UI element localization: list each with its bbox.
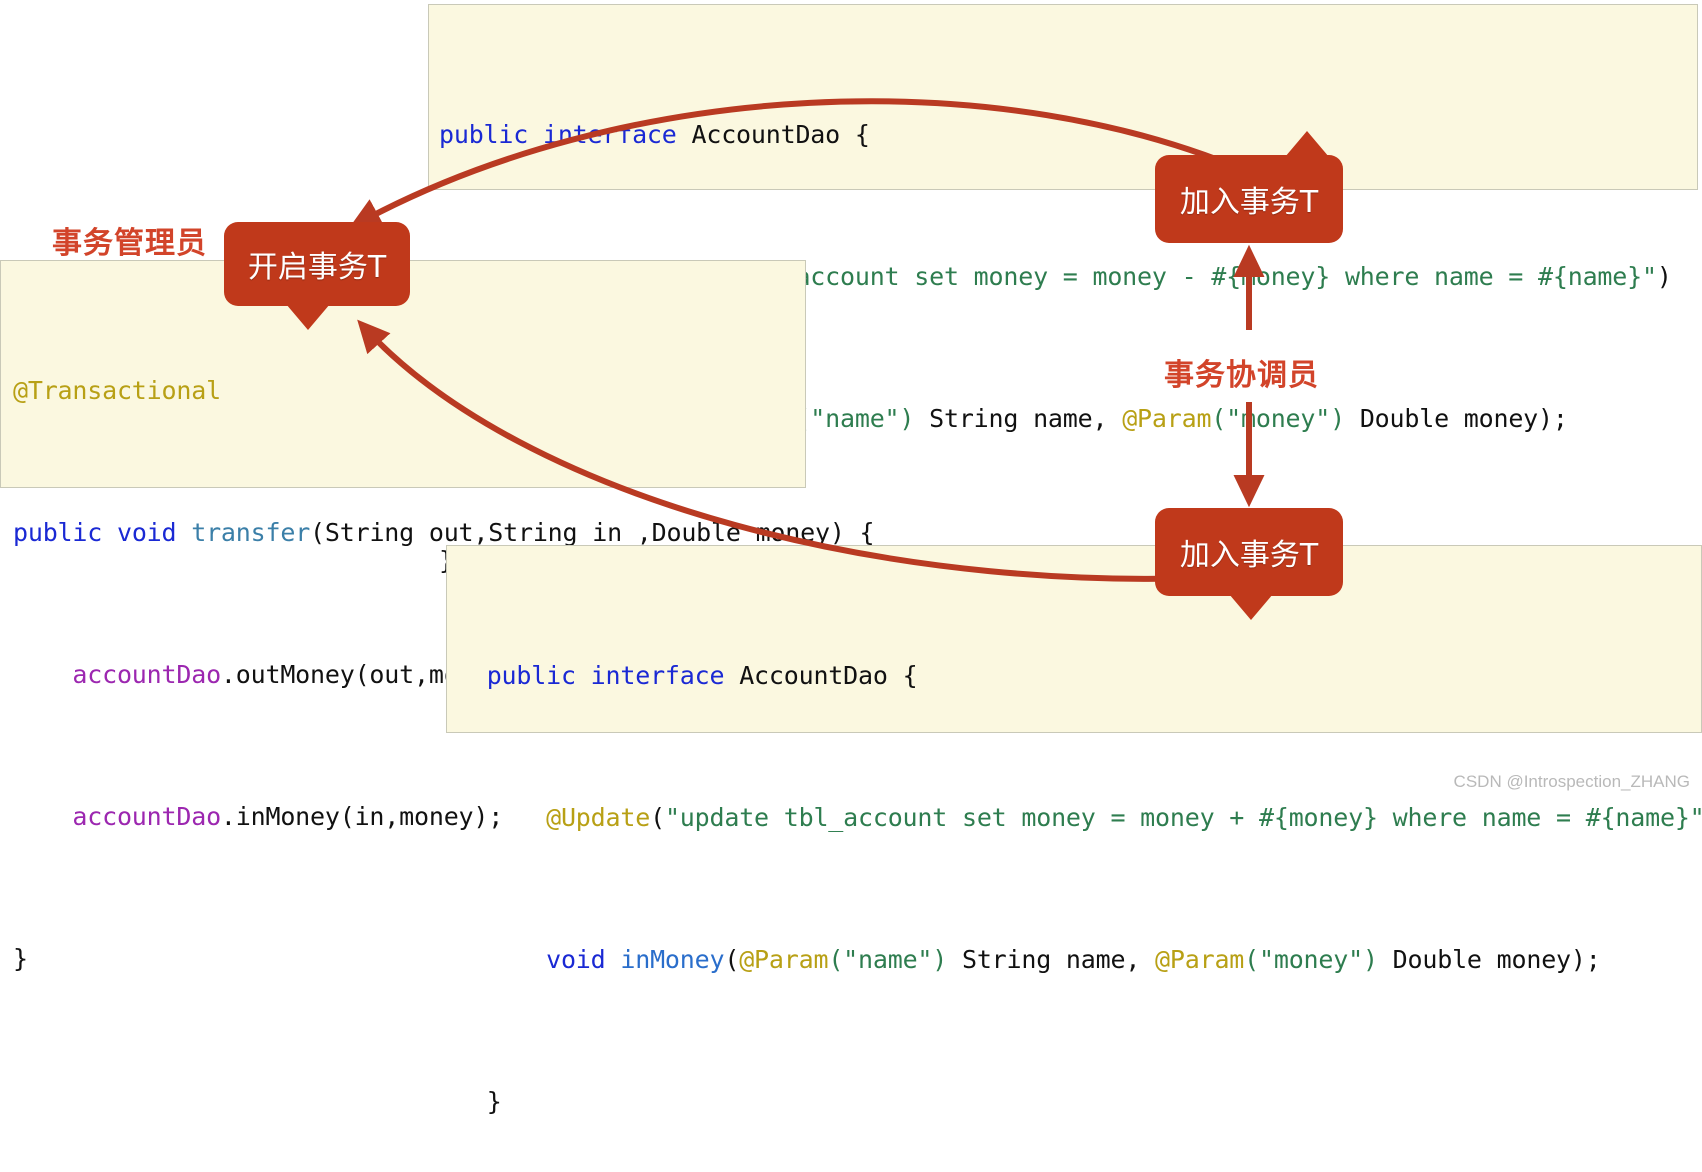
badge-join-transaction-top: 加入事务T: [1155, 131, 1343, 243]
badge-join-transaction-bottom: 加入事务T: [1155, 508, 1343, 620]
label-transaction-manager: 事务管理员: [52, 226, 207, 261]
code-block-account-dao-in: public interface AccountDao { @Update("u…: [446, 545, 1702, 1116]
code-line: void inMoney(@Param("name") String name,…: [457, 936, 1701, 982]
code-token-paren: (: [650, 803, 665, 832]
code-token-brace: }: [486, 1087, 502, 1116]
code-token-string: "update tbl_account set money = money + …: [664, 803, 1702, 832]
badge-start-transaction-label: 开启事务T: [247, 250, 387, 285]
code-token-keyword: void: [116, 518, 177, 547]
code-token-type: String name,: [914, 404, 1123, 433]
code-line: public interface AccountDao {: [457, 652, 1701, 698]
code-token-keyword: public: [439, 120, 529, 149]
code-line: }: [457, 1078, 1701, 1124]
code-token-annotation: @Transactional: [13, 376, 221, 405]
code-token-keyword: interface: [542, 120, 677, 149]
code-token-brace: {: [854, 120, 870, 149]
code-token-string: ("name"): [795, 404, 915, 433]
code-token-field: accountDao: [72, 802, 221, 831]
code-token-method: transfer: [191, 518, 311, 547]
code-token-type: String name,: [947, 945, 1156, 974]
watermark-text: CSDN @Introspection_ZHANG: [1453, 772, 1690, 791]
code-block-account-dao-out: public interface AccountDao { @Update("u…: [428, 4, 1698, 575]
code-token-brace: {: [902, 661, 918, 690]
badge-notch-up-icon: [1285, 131, 1329, 157]
code-token-string: ("name"): [828, 945, 948, 974]
code-line: public interface AccountDao {: [439, 111, 1697, 157]
badge-notch-down-icon: [1229, 594, 1273, 620]
code-token-params: (String out,String in ,Double money) {: [310, 518, 875, 547]
code-token-string: ("money"): [1211, 404, 1345, 433]
code-token-keyword: public: [486, 661, 576, 690]
code-token-type: Double money);: [1377, 945, 1601, 974]
code-token-paren: ): [1656, 262, 1672, 291]
code-token-method: inMoney: [620, 945, 725, 974]
code-token-field: accountDao: [72, 660, 221, 689]
code-token-annotation: @Param: [1155, 945, 1245, 974]
badge-join-transaction-top-label: 加入事务T: [1179, 185, 1319, 220]
code-token-type: Double money);: [1344, 404, 1568, 433]
badge-notch-down-icon: [286, 304, 330, 330]
badge-join-transaction-bottom-label: 加入事务T: [1179, 538, 1319, 573]
code-token-type: AccountDao: [739, 661, 888, 690]
code-token-annotation: @Param: [1122, 404, 1212, 433]
code-token-type: AccountDao: [691, 120, 841, 149]
code-token-keyword: void: [546, 945, 606, 974]
code-token-keyword: public: [13, 518, 103, 547]
badge-start-transaction: 开启事务T: [224, 222, 410, 330]
label-transaction-coordinator: 事务协调员: [1164, 358, 1319, 393]
code-token-annotation: @Update: [546, 803, 651, 832]
code-line: @Update("update tbl_account set money = …: [457, 794, 1702, 840]
code-token-brace: }: [13, 944, 28, 973]
code-token-keyword: interface: [590, 661, 725, 690]
code-token-string: ("money"): [1244, 945, 1378, 974]
code-token-paren: (: [724, 945, 740, 974]
code-token-annotation: @Param: [739, 945, 829, 974]
code-line: @Transactional: [13, 367, 805, 413]
